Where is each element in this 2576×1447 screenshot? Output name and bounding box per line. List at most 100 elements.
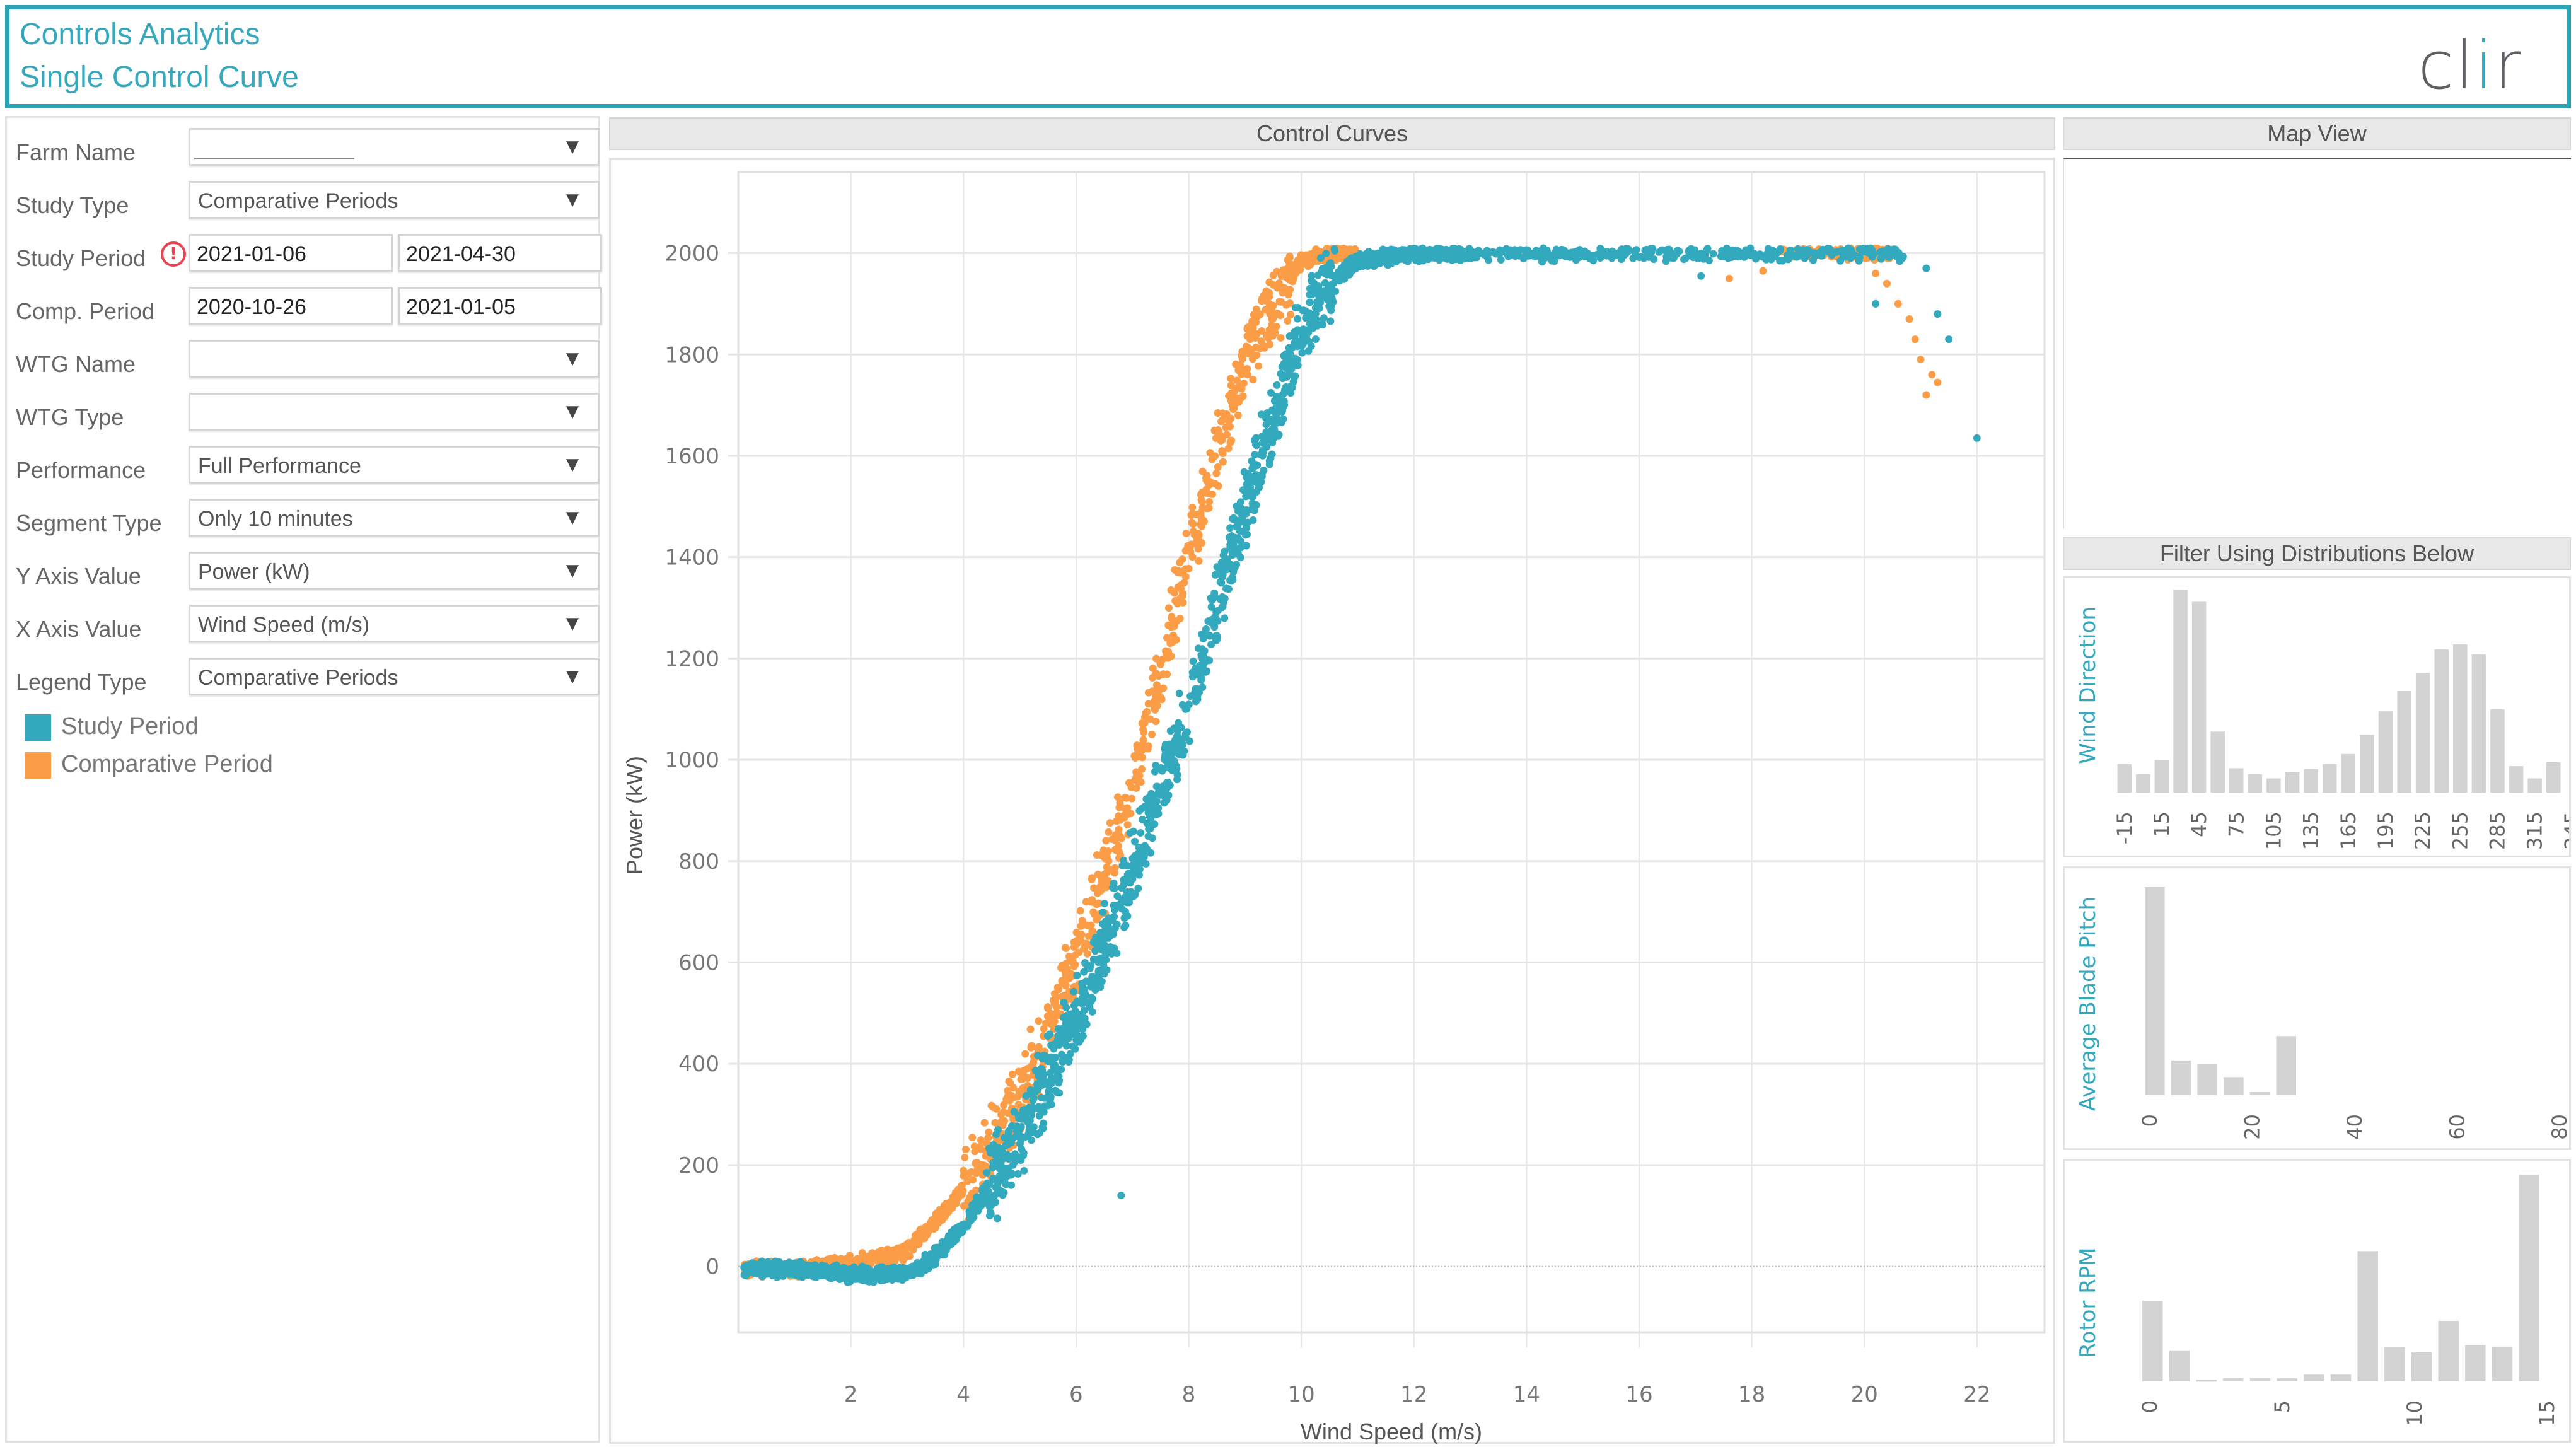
data-point bbox=[1181, 572, 1190, 581]
histogram-title: Wind Direction bbox=[2075, 607, 2101, 764]
histogram-bar bbox=[2438, 1320, 2459, 1381]
x-tick-label: 10 bbox=[1287, 1382, 1314, 1407]
histogram-tick-label: 60 bbox=[2445, 1114, 2469, 1140]
data-point bbox=[1111, 924, 1119, 933]
study-period-end-input[interactable]: 2021-04-30 bbox=[398, 234, 602, 272]
data-point bbox=[1128, 873, 1136, 881]
data-point bbox=[1221, 595, 1229, 603]
x-tick-label: 12 bbox=[1400, 1382, 1427, 1407]
data-point bbox=[1106, 943, 1115, 951]
data-point bbox=[1106, 866, 1114, 874]
data-point bbox=[1069, 987, 1077, 996]
map-view[interactable] bbox=[2063, 158, 2571, 528]
histogram-bar bbox=[2330, 1374, 2352, 1381]
scatter-plot[interactable]: 2 4 6 8 10 12 14 16 18 20 22 0 200 400 600 800 1000 1200 1… bbox=[611, 160, 2057, 1446]
histogram-bar bbox=[2248, 774, 2263, 793]
study-period-start-input[interactable]: 2021-01-06 bbox=[189, 234, 393, 272]
chevron-down-icon: ▼ bbox=[566, 190, 579, 209]
data-point bbox=[1194, 545, 1202, 553]
data-point bbox=[1464, 252, 1472, 260]
data-point bbox=[1202, 668, 1210, 676]
histogram-bar bbox=[2357, 1251, 2378, 1381]
histogram-bar bbox=[2360, 735, 2374, 793]
data-point bbox=[1282, 301, 1291, 309]
data-point bbox=[1035, 1017, 1043, 1025]
segment-type-select[interactable]: Only 10 minutes ▼ bbox=[189, 499, 600, 537]
outlier-point bbox=[1117, 1192, 1125, 1200]
segment-type-label: Segment Type bbox=[16, 510, 162, 536]
y-axis-value-value: Power (kW) bbox=[198, 560, 310, 584]
data-point bbox=[1117, 802, 1125, 810]
data-point bbox=[977, 1136, 985, 1144]
data-point bbox=[1055, 1041, 1064, 1049]
comp-period-start-input[interactable]: 2020-10-26 bbox=[189, 287, 393, 325]
comp-period-end-input[interactable]: 2021-01-05 bbox=[398, 287, 602, 325]
histogram-tick-label: 0 bbox=[2138, 1400, 2162, 1413]
farm-name-underline bbox=[194, 158, 354, 159]
data-point bbox=[1242, 524, 1250, 532]
y-tick-label: 1400 bbox=[664, 545, 719, 571]
data-point bbox=[1171, 736, 1180, 744]
data-point bbox=[1398, 246, 1407, 254]
data-point bbox=[1144, 700, 1152, 708]
data-point bbox=[1175, 689, 1183, 697]
data-point bbox=[999, 1108, 1007, 1116]
legend-swatch-study bbox=[25, 714, 51, 741]
data-point bbox=[1138, 844, 1146, 852]
data-point bbox=[1226, 438, 1234, 446]
histogram-tick-label: 15 bbox=[2535, 1400, 2559, 1426]
data-point bbox=[1009, 1084, 1018, 1092]
data-point bbox=[1809, 256, 1817, 264]
performance-select[interactable]: Full Performance ▼ bbox=[189, 446, 600, 484]
blade-pitch-chart[interactable]: Average Blade Pitch 0 20 40 60 80 bbox=[2065, 868, 2569, 1148]
wind-direction-chart[interactable]: Wind Direction -15 15 45 75 105 135 165 195 225 25… bbox=[2065, 578, 2569, 856]
histogram-tick-label: 75 bbox=[2224, 811, 2248, 837]
data-point bbox=[1129, 827, 1137, 835]
data-point bbox=[1219, 458, 1227, 466]
histogram-bar bbox=[2509, 766, 2524, 793]
data-point bbox=[1094, 967, 1103, 975]
control-curves-header: Control Curves bbox=[609, 117, 2055, 150]
control-curve-chart[interactable]: 2 4 6 8 10 12 14 16 18 20 22 0 200 400 600 800 1000 1200 1… bbox=[609, 158, 2055, 1444]
histogram-bar bbox=[2384, 1347, 2405, 1381]
blade-pitch-histogram[interactable]: Average Blade Pitch 0 20 40 60 80 bbox=[2063, 866, 2571, 1150]
data-point bbox=[961, 1153, 969, 1161]
histogram-bar bbox=[2490, 709, 2505, 793]
x-tick-label: 4 bbox=[956, 1382, 970, 1407]
farm-name-select[interactable]: ▼ bbox=[189, 128, 600, 166]
data-point bbox=[1234, 411, 1242, 419]
legend-swatch-comparative bbox=[25, 752, 51, 779]
wind-direction-histogram[interactable]: Wind Direction -15 15 45 75 105 135 165 195 225 25… bbox=[2063, 576, 2571, 857]
wtg-name-select[interactable]: ▼ bbox=[189, 340, 600, 378]
data-point bbox=[1879, 247, 1887, 255]
y-axis-value-select[interactable]: Power (kW) ▼ bbox=[189, 552, 600, 590]
data-point bbox=[1170, 589, 1178, 597]
data-point bbox=[1105, 931, 1113, 939]
warning-icon[interactable]: ! bbox=[161, 241, 186, 267]
histogram-bar bbox=[2492, 1346, 2513, 1381]
x-axis-value-label: X Axis Value bbox=[16, 616, 142, 642]
rotor-rpm-histogram[interactable]: Rotor RPM 0 5 10 15 bbox=[2063, 1159, 2571, 1443]
data-point bbox=[1803, 246, 1811, 254]
data-point bbox=[1145, 689, 1153, 697]
data-point bbox=[1278, 363, 1286, 371]
data-point bbox=[1273, 381, 1281, 389]
data-point bbox=[1106, 819, 1114, 827]
data-point bbox=[948, 1201, 956, 1209]
legend-type-select[interactable]: Comparative Periods ▼ bbox=[189, 658, 600, 695]
wtg-type-select[interactable]: ▼ bbox=[189, 393, 600, 431]
data-point bbox=[1060, 1025, 1069, 1033]
x-axis-value-select[interactable]: Wind Speed (m/s) ▼ bbox=[189, 605, 600, 642]
filter-wtg-name: WTG Name ▼ bbox=[12, 335, 600, 378]
outlier-point bbox=[1872, 299, 1880, 308]
data-point bbox=[1256, 451, 1265, 459]
data-point bbox=[1120, 893, 1128, 902]
histogram-bar bbox=[2397, 691, 2411, 793]
data-point bbox=[1267, 321, 1275, 329]
data-point bbox=[1005, 1078, 1013, 1086]
study-type-select[interactable]: Comparative Periods ▼ bbox=[189, 181, 600, 219]
data-point bbox=[1139, 736, 1147, 744]
filter-study-period: Study Period ! 2021-01-06 2021-04-30 bbox=[12, 229, 602, 272]
data-point bbox=[1120, 914, 1128, 922]
rotor-rpm-chart[interactable]: Rotor RPM 0 5 10 15 bbox=[2065, 1161, 2569, 1441]
